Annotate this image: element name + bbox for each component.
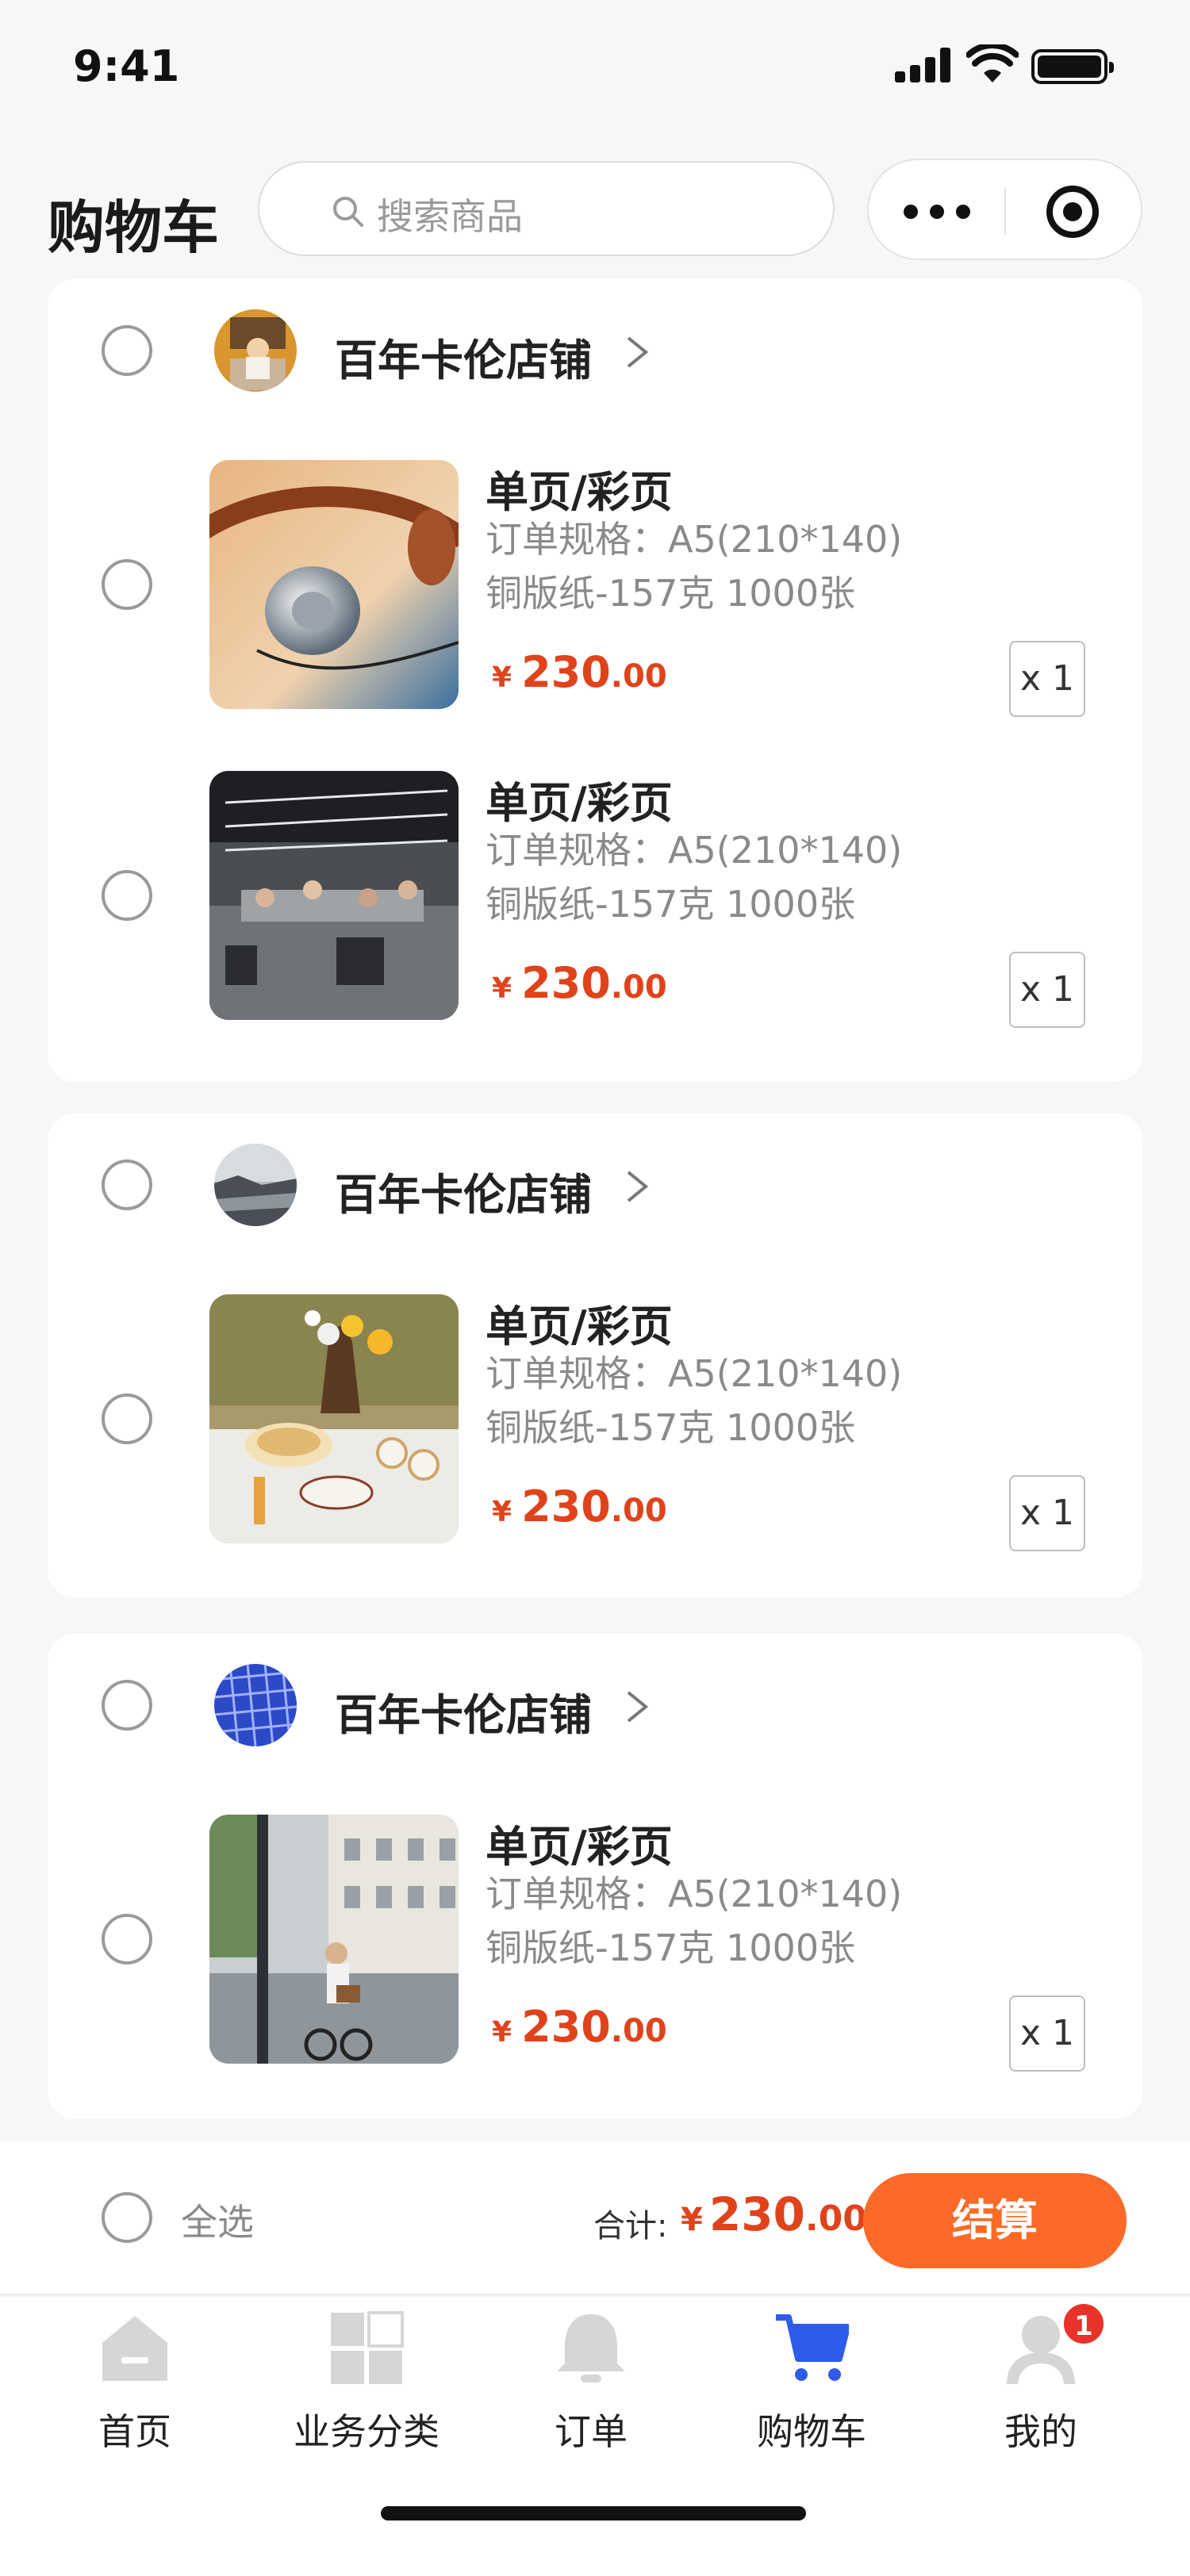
shop-name[interactable]: 百年卡伦店铺 — [335, 1680, 592, 1742]
item-spec: 订单规格：A5(210*140) — [486, 829, 903, 872]
tab-label: 购物车 — [757, 2410, 866, 2453]
cart-page: 9:41 购物车 搜索商品 百年卡伦店铺 单页/彩页 订单规格：A5(210*1… — [0, 0, 1190, 2576]
grid-icon — [331, 2311, 404, 2384]
tab-label: 业务分类 — [294, 2410, 440, 2453]
shop-select-radio[interactable] — [102, 325, 152, 376]
checkout-bar: 全选 合计: ¥230.00 结算 — [0, 2141, 1190, 2295]
item-select-radio[interactable] — [102, 870, 152, 921]
item-spec: 订单规格：A5(210*140) — [486, 518, 903, 561]
select-all-label[interactable]: 全选 — [181, 2194, 254, 2246]
tab-bar: 首页 业务分类 订单 购物车 1 我的 — [0, 2297, 1190, 2576]
shop-select-radio[interactable] — [102, 1680, 152, 1731]
tab-label: 订单 — [555, 2410, 628, 2453]
item-select-radio[interactable] — [102, 559, 152, 610]
item-paper: 铜版纸-157克 1000张 — [486, 1406, 856, 1449]
item-price: ¥230.00 — [492, 1482, 667, 1531]
cart-item: 单页/彩页 订单规格：A5(210*140) 铜版纸-157克 1000张 ¥2… — [48, 771, 1142, 1028]
quantity-box[interactable]: x 1 — [1009, 1995, 1085, 2072]
shop-avatar — [214, 1144, 297, 1226]
item-spec: 订单规格：A5(210*140) — [486, 1873, 903, 1915]
shop-name[interactable]: 百年卡伦店铺 — [335, 325, 592, 388]
cart-item: 单页/彩页 订单规格：A5(210*140) 铜版纸-157克 1000张 ¥2… — [48, 1815, 1142, 2072]
tab-category[interactable]: 业务分类 — [263, 2311, 470, 2454]
capsule-divider — [1004, 187, 1006, 235]
total-price: ¥230.00 — [681, 2187, 867, 2241]
home-indicator — [381, 2506, 806, 2520]
status-bar: 9:41 — [0, 0, 1190, 143]
search-placeholder: 搜索商品 — [377, 195, 523, 238]
product-image-headphones[interactable] — [209, 460, 459, 709]
mini-program-capsule — [867, 159, 1142, 260]
shop-header: 百年卡伦店铺 — [48, 1142, 1142, 1228]
notification-badge: 1 — [1061, 2302, 1106, 2346]
chevron-right-icon[interactable] — [624, 1169, 651, 1204]
quantity-box[interactable]: x 1 — [1009, 952, 1085, 1028]
page-title: 购物车 — [48, 194, 220, 261]
checkout-button[interactable]: 结算 — [863, 2173, 1127, 2268]
item-paper: 铜版纸-157克 1000张 — [486, 883, 856, 926]
tab-home[interactable]: 首页 — [32, 2311, 238, 2454]
tab-cart[interactable]: 购物车 — [708, 2311, 915, 2454]
tab-profile[interactable]: 1 我的 — [938, 2302, 1144, 2454]
item-price: ¥230.00 — [492, 958, 667, 1008]
bell-icon — [557, 2314, 625, 2382]
select-all-radio[interactable] — [102, 2192, 152, 2243]
shop-select-radio[interactable] — [102, 1160, 152, 1210]
product-image-picnic[interactable] — [209, 1294, 459, 1543]
tab-label: 首页 — [98, 2410, 171, 2453]
status-time: 9:41 — [73, 41, 180, 91]
product-image-office[interactable] — [209, 771, 459, 1020]
item-select-radio[interactable] — [102, 1914, 152, 1965]
total-label: 合计: — [593, 2208, 668, 2244]
chevron-right-icon[interactable] — [624, 335, 651, 370]
shop-avatar — [214, 1664, 297, 1746]
item-paper: 铜版纸-157克 1000张 — [486, 572, 856, 615]
signal-icon — [895, 48, 952, 82]
search-input[interactable]: 搜索商品 — [258, 161, 835, 256]
battery-icon — [1031, 49, 1114, 84]
product-image-street[interactable] — [209, 1815, 459, 2064]
quantity-box[interactable]: x 1 — [1009, 641, 1085, 717]
shop-header: 百年卡伦店铺 — [48, 308, 1142, 393]
item-price: ¥230.00 — [492, 647, 667, 697]
item-spec: 订单规格：A5(210*140) — [486, 1352, 903, 1395]
close-target-icon[interactable] — [1046, 186, 1099, 238]
cart-item: 单页/彩页 订单规格：A5(210*140) 铜版纸-157克 1000张 ¥2… — [48, 1294, 1142, 1551]
shop-card: 百年卡伦店铺 单页/彩页 订单规格：A5(210*140) 铜版纸-157克 1… — [48, 279, 1142, 1082]
tab-orders[interactable]: 订单 — [488, 2311, 694, 2454]
home-icon — [102, 2316, 167, 2381]
item-paper: 铜版纸-157克 1000张 — [486, 1926, 856, 1969]
more-icon[interactable] — [904, 205, 970, 219]
chevron-right-icon[interactable] — [624, 1689, 651, 1724]
wifi-icon — [966, 44, 1019, 82]
shop-card: 百年卡伦店铺 单页/彩页 订单规格：A5(210*140) 铜版纸-157克 1… — [48, 1114, 1142, 1597]
shop-header: 百年卡伦店铺 — [48, 1662, 1142, 1748]
search-icon — [333, 197, 363, 227]
item-select-radio[interactable] — [102, 1393, 152, 1444]
item-price: ¥230.00 — [492, 2002, 667, 2052]
quantity-box[interactable]: x 1 — [1009, 1475, 1085, 1551]
shop-card: 百年卡伦店铺 单页/彩页 订单规格：A5(210*140) 铜版纸-157克 1… — [48, 1634, 1142, 2119]
tab-label: 我的 — [1004, 2410, 1077, 2453]
cart-icon — [776, 2314, 849, 2381]
cart-item: 单页/彩页 订单规格：A5(210*140) 铜版纸-157克 1000张 ¥2… — [48, 460, 1142, 717]
shop-name[interactable]: 百年卡伦店铺 — [335, 1160, 592, 1222]
shop-avatar — [214, 309, 297, 392]
